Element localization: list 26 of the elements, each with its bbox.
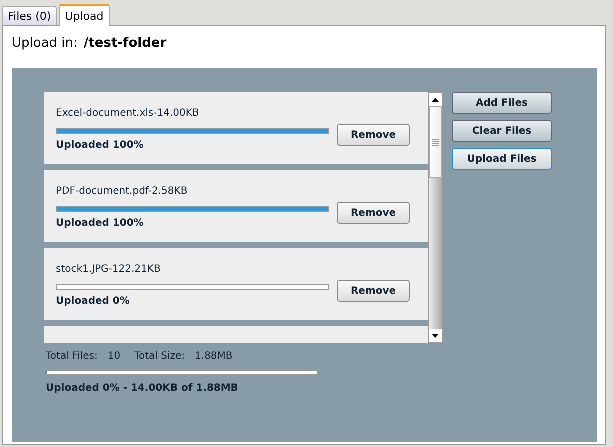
file-name: Excel-document.xls-14.00KB bbox=[56, 108, 200, 118]
upload-status: Uploaded 0% bbox=[56, 296, 131, 306]
upload-status: Uploaded 100% bbox=[56, 218, 145, 228]
file-name: PDF-document.pdf-2.58KB bbox=[56, 186, 189, 196]
action-button[interactable]: Clear Files bbox=[452, 120, 552, 142]
remove-button[interactable]: Remove bbox=[337, 124, 410, 146]
action-button[interactable]: Upload Files bbox=[452, 148, 552, 170]
total-size-label: Total Size: bbox=[134, 351, 186, 362]
scrollbar[interactable] bbox=[428, 92, 443, 343]
total-files-value: 10 bbox=[108, 351, 121, 362]
scroll-down-icon[interactable] bbox=[432, 334, 439, 338]
folder-path: /test-folder bbox=[84, 36, 167, 53]
remove-button[interactable]: Remove bbox=[337, 280, 410, 302]
total-size-value: 1.88MB bbox=[195, 351, 233, 362]
file-name: stock1.JPG-122.21KB bbox=[56, 264, 162, 274]
action-button[interactable]: Add Files bbox=[452, 92, 552, 114]
upload-in-label: Upload in: bbox=[12, 36, 78, 53]
tab[interactable]: Upload bbox=[59, 4, 110, 26]
total-files-label: Total Files: bbox=[46, 351, 98, 362]
grip-icon bbox=[432, 138, 439, 146]
scroll-thumb[interactable] bbox=[429, 106, 442, 178]
overall-status: Uploaded 0% - 14.00KB of 1.88MB bbox=[46, 383, 240, 394]
remove-button[interactable]: Remove bbox=[337, 202, 410, 224]
tab[interactable]: Files (0) bbox=[2, 6, 58, 25]
upload-status: Uploaded 100% bbox=[56, 140, 145, 150]
scroll-up-icon[interactable] bbox=[432, 98, 439, 102]
